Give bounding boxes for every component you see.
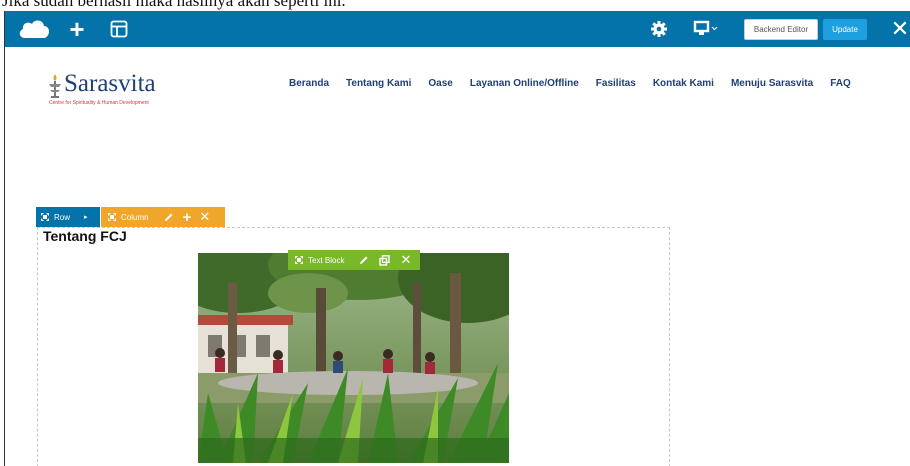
pencil-icon[interactable] bbox=[163, 212, 174, 223]
layout-icon[interactable] bbox=[109, 19, 129, 39]
clone-icon[interactable] bbox=[379, 254, 391, 266]
text-block-controls[interactable]: Text Block ✕ bbox=[288, 250, 420, 270]
cloud-logo-icon[interactable] bbox=[17, 18, 51, 40]
lamp-logo-icon bbox=[47, 73, 63, 99]
caption-text: Jika sudah berhasil maka hasilnya akan s… bbox=[2, 0, 346, 10]
nav-item-layanan[interactable]: Layanan Online/Offline bbox=[470, 78, 579, 94]
site-navigation: Beranda Tentang Kami Oase Layanan Online… bbox=[289, 78, 868, 94]
move-icon[interactable] bbox=[294, 255, 304, 265]
nav-item-fasilitas[interactable]: Fasilitas bbox=[596, 78, 636, 94]
add-icon[interactable]: + bbox=[183, 209, 192, 226]
row-label: Row bbox=[54, 212, 71, 222]
move-icon[interactable] bbox=[107, 212, 117, 222]
column-label: Column bbox=[121, 212, 149, 222]
plus-icon[interactable]: + bbox=[65, 16, 89, 42]
logo-tagline: Centre for Spirituality & Human Developm… bbox=[49, 100, 149, 106]
column-controls[interactable]: Column + ✕ bbox=[101, 207, 225, 227]
section-title: Tentang FCJ bbox=[43, 228, 127, 244]
nav-item-oase[interactable]: Oase bbox=[428, 78, 452, 94]
nav-item-menuju-sarasvita[interactable]: Menuju Sarasvita bbox=[731, 78, 813, 94]
nav-item-tentang-kami[interactable]: Tentang Kami bbox=[346, 78, 411, 94]
gear-icon[interactable] bbox=[649, 19, 669, 39]
editor-toolbar: + Backend Editor Update ✕ bbox=[5, 11, 910, 47]
delete-icon[interactable]: ✕ bbox=[199, 209, 210, 225]
logo-name: Sarasvita bbox=[64, 70, 156, 97]
nav-item-faq[interactable]: FAQ bbox=[830, 78, 851, 94]
text-block-label: Text Block bbox=[308, 255, 345, 265]
editor-frame: + Backend Editor Update ✕ Sarasvita Cent… bbox=[4, 11, 910, 466]
backend-editor-button[interactable]: Backend Editor bbox=[744, 19, 818, 40]
update-button[interactable]: Update bbox=[823, 19, 867, 40]
garden-photo[interactable] bbox=[198, 253, 509, 463]
nav-item-kontak-kami[interactable]: Kontak Kami bbox=[653, 78, 714, 94]
close-icon[interactable]: ✕ bbox=[889, 17, 910, 41]
delete-icon[interactable]: ✕ bbox=[400, 252, 411, 268]
move-icon[interactable] bbox=[40, 212, 50, 222]
monitor-icon[interactable] bbox=[693, 20, 719, 38]
row-controls[interactable]: Row ▸ bbox=[36, 207, 100, 227]
site-logo[interactable]: Sarasvita Centre for Spirituality & Huma… bbox=[47, 70, 207, 121]
pencil-icon[interactable] bbox=[358, 255, 369, 266]
nav-item-beranda[interactable]: Beranda bbox=[289, 78, 329, 94]
chevron-right-icon[interactable]: ▸ bbox=[84, 213, 88, 221]
